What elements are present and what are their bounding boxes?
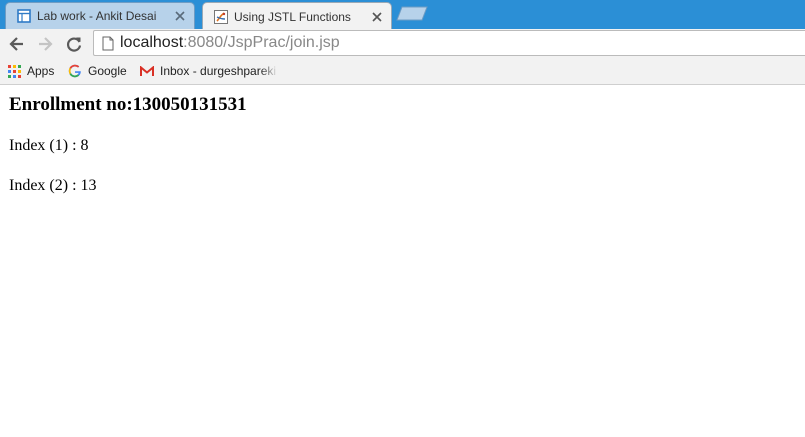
bookmark-google[interactable]: Google <box>68 62 127 80</box>
url-host: localhost <box>120 34 184 51</box>
bookmark-apps[interactable]: Apps <box>8 62 54 80</box>
bookmark-label: Inbox - durgeshpareki <box>160 64 277 78</box>
java-icon <box>214 9 228 24</box>
index-1-text: Index (1) : 8 <box>9 137 89 154</box>
bookmark-label: Google <box>88 64 127 78</box>
docs-icon <box>17 9 31 23</box>
forward-arrow-icon[interactable] <box>36 35 54 53</box>
address-bar[interactable]: localhost:8080/JspPrac/join.jsp <box>93 30 805 56</box>
close-icon[interactable] <box>372 11 382 22</box>
tab-lab-work[interactable]: Lab work - Ankit Desai <box>5 2 195 29</box>
apps-grid-icon <box>8 64 21 78</box>
page-icon <box>102 36 114 50</box>
close-icon[interactable] <box>175 11 185 21</box>
new-tab-button[interactable] <box>396 6 428 21</box>
tab-title: Lab work - Ankit Desai <box>37 9 157 23</box>
bookmarks-bar: Apps Google Inbox - durgeshpareki <box>0 58 805 85</box>
back-arrow-icon[interactable] <box>8 35 26 53</box>
tab-strip: Lab work - Ankit Desai Using JSTL Functi… <box>0 0 805 30</box>
bookmark-inbox[interactable]: Inbox - durgeshpareki <box>140 62 278 80</box>
index-2-text: Index (2) : 13 <box>9 177 97 194</box>
page-content: Enrollment no:130050131531 Index (1) : 8… <box>0 85 805 437</box>
google-icon <box>68 64 81 78</box>
bookmark-label: Apps <box>27 64 55 78</box>
tab-using-jstl-functions[interactable]: Using JSTL Functions <box>202 2 392 30</box>
tab-title: Using JSTL Functions <box>234 9 351 24</box>
url-path: :8080/JspPrac/join.jsp <box>183 34 340 51</box>
reload-icon[interactable] <box>65 35 83 53</box>
gmail-icon <box>140 65 154 76</box>
enrollment-heading: Enrollment no:130050131531 <box>9 94 247 115</box>
